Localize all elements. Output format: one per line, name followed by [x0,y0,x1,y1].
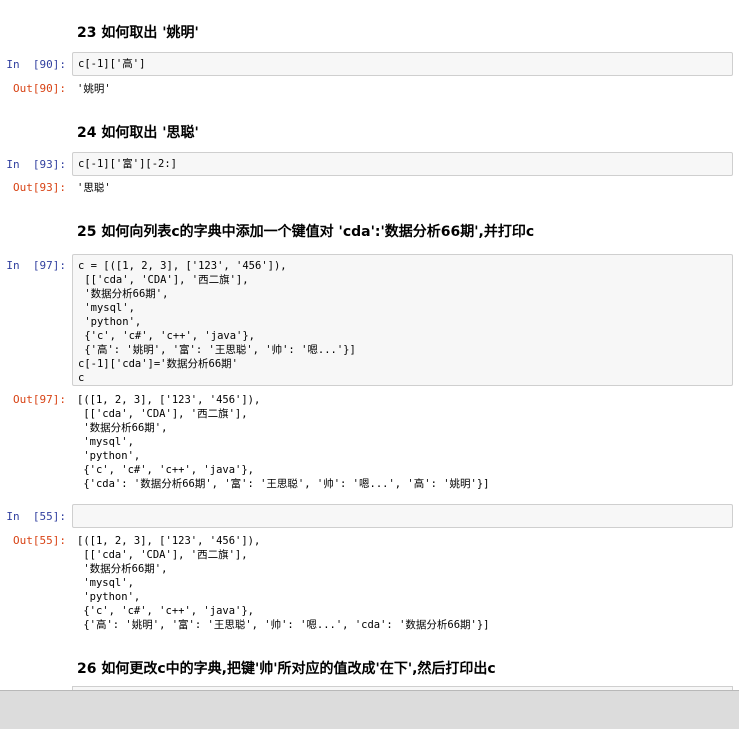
output-area: [([1, 2, 3], ['123', '456']), [['cda', '… [77,393,727,491]
code-line: c = [([1, 2, 3], ['123', '456']), [78,260,287,272]
code-line: c [78,372,85,384]
output-prompt: Out[93]: [13,181,66,194]
code-line: c[-1]['富'][-2:] [78,158,178,170]
output-line: [['cda', 'CDA'], '西二旗'], [77,408,248,420]
output-line: {'高': '姚明', '富': '王思聪', '帅': '嗯...', 'cd… [77,619,490,631]
output-line: 'mysql', [77,436,134,448]
code-line: c[-1]['cda']='数据分析66期' [78,358,238,370]
output-prompt: Out[90]: [13,82,66,95]
code-line: 'python', [78,316,142,328]
output-area: '姚明' [77,82,727,96]
output-line: 'python', [77,450,141,462]
output-line: '姚明' [77,83,111,95]
output-line: [([1, 2, 3], ['123', '456']), [77,394,261,406]
output-area: '思聪' [77,181,727,195]
output-line: [['cda', 'CDA'], '西二旗'], [77,549,248,561]
output-area: [([1, 2, 3], ['123', '456']), [['cda', '… [77,534,727,632]
output-line: '数据分析66期', [77,563,168,575]
output-prompt: Out[55]: [13,534,66,547]
input-prompt: In [55]: [6,510,66,523]
input-prompt: In [97]: [6,259,66,272]
input-prompt: In [90]: [6,58,66,71]
code-line: c[-1]['高'] [78,58,146,70]
code-cell[interactable]: c[-1]['富'][-2:] [72,152,733,176]
code-line: {'高': '姚明', '富': '王思聪', '帅': '嗯...'}] [78,344,356,356]
footer-bar [0,690,739,729]
section-heading: 26 如何更改c中的字典,把键'帅'所对应的值改成'在下',然后打印出c [77,661,496,677]
output-line: 'mysql', [77,577,134,589]
output-line: {'cda': '数据分析66期', '富': '王思聪', '帅': '嗯..… [77,478,490,490]
output-line: [([1, 2, 3], ['123', '456']), [77,535,261,547]
section-heading: 23 如何取出 '姚明' [77,25,199,41]
code-cell[interactable] [72,504,733,528]
output-line: {'c', 'c#', 'c++', 'java'}, [77,605,255,617]
output-line: '数据分析66期', [77,422,168,434]
section-heading: 25 如何向列表c的字典中添加一个键值对 'cda':'数据分析66期',并打印… [77,224,535,240]
input-prompt: In [93]: [6,158,66,171]
code-line: {'c', 'c#', 'c++', 'java'}, [78,330,256,342]
code-cell[interactable]: c = [([1, 2, 3], ['123', '456']), [['cda… [72,254,733,386]
section-heading: 24 如何取出 '思聪' [77,125,199,141]
code-line: [['cda', 'CDA'], '西二旗'], [78,274,249,286]
output-line: 'python', [77,591,141,603]
output-line: {'c', 'c#', 'c++', 'java'}, [77,464,255,476]
code-line: 'mysql', [78,302,135,314]
output-prompt: Out[97]: [13,393,66,406]
output-line: '思聪' [77,182,111,194]
code-line: '数据分析66期', [78,288,169,300]
code-cell[interactable]: c[-1]['高'] [72,52,733,76]
